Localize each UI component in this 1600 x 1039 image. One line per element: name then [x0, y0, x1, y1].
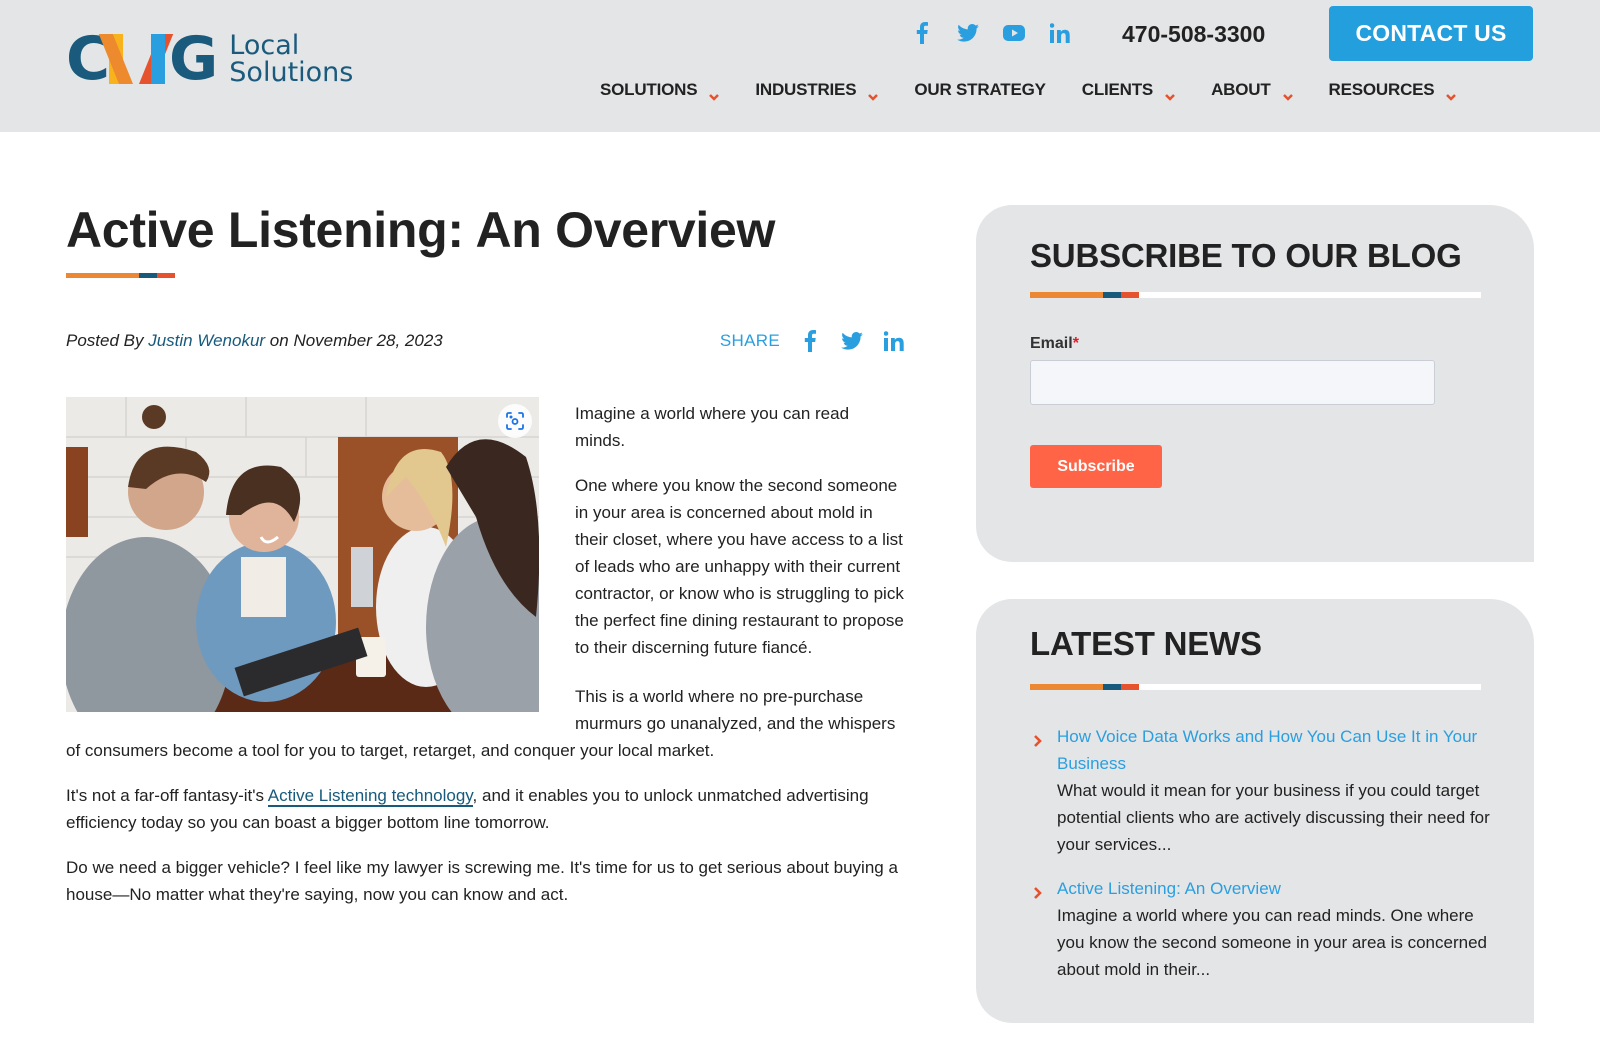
nav-item-industries[interactable]: INDUSTRIES: [755, 80, 879, 101]
phone-number[interactable]: 470-508-3300: [1122, 20, 1265, 48]
required-asterisk: *: [1072, 335, 1079, 352]
linkedin-icon[interactable]: [1048, 20, 1072, 46]
nav-item-about[interactable]: ABOUT: [1211, 80, 1293, 101]
news-item-excerpt: Imagine a world where you can read minds…: [1057, 906, 1487, 979]
logo-letter-m: [98, 34, 174, 84]
contact-us-button[interactable]: CONTACT US: [1329, 6, 1533, 61]
chevron-down-icon: [709, 86, 720, 101]
hero-image: [66, 397, 539, 712]
paragraph-4: It's not a far-off fantasy-it's Active L…: [66, 782, 906, 836]
nav-item-resources[interactable]: RESOURCES: [1328, 80, 1457, 101]
chevron-right-icon: [1033, 729, 1043, 747]
post-meta: Posted By Justin Wenokur on November 28,…: [66, 328, 906, 354]
twitter-icon[interactable]: [956, 20, 980, 46]
share-linkedin-icon[interactable]: [882, 328, 906, 354]
news-item: How Voice Data Works and How You Can Use…: [1030, 723, 1490, 858]
facebook-icon[interactable]: [910, 20, 934, 46]
nav-label: CLIENTS: [1081, 80, 1154, 99]
logo-mark: C G: [66, 24, 218, 94]
youtube-icon[interactable]: [1002, 20, 1026, 46]
logo-text-line2: Solutions: [229, 57, 354, 88]
share-facebook-icon[interactable]: [798, 328, 822, 354]
email-input[interactable]: [1030, 360, 1435, 405]
subscribe-accent-bar: [1030, 292, 1481, 298]
author-link[interactable]: Justin Wenokur: [148, 331, 265, 350]
cmg-logo[interactable]: C G Local Solutions: [66, 24, 353, 94]
subscribe-title: SUBSCRIBE TO OUR BLOG: [1030, 237, 1462, 274]
chevron-down-icon: [1282, 86, 1293, 101]
subscribe-card: SUBSCRIBE TO OUR BLOG Email* Subscribe: [976, 205, 1534, 562]
chevron-down-icon: [1165, 86, 1175, 101]
posted-by: Posted By Justin Wenokur on November 28,…: [66, 331, 443, 351]
nav-label: OUR STRATEGY: [914, 80, 1046, 99]
news-list: How Voice Data Works and How You Can Use…: [1030, 723, 1490, 1000]
posted-prefix: Posted By: [66, 331, 149, 350]
logo-text: Local Solutions: [229, 32, 353, 86]
nav-label: RESOURCES: [1328, 80, 1435, 99]
news-item-excerpt: What would it mean for your business if …: [1057, 781, 1490, 854]
nav-item-our-strategy[interactable]: OUR STRATEGY: [914, 80, 1046, 100]
news-item-link[interactable]: Active Listening: An Overview: [1057, 875, 1490, 902]
latest-news-title: LATEST NEWS: [1030, 625, 1262, 662]
nav-item-clients[interactable]: CLIENTS: [1081, 80, 1175, 101]
share-label: SHARE: [719, 331, 780, 350]
news-item-link[interactable]: How Voice Data Works and How You Can Use…: [1057, 723, 1490, 777]
article-main: Active Listening: An Overview Posted By …: [66, 200, 906, 904]
share-bar: SHARE: [720, 328, 906, 354]
posted-mid: on: [265, 331, 294, 350]
article-body: Imagine a world where you can read minds…: [66, 397, 906, 926]
visual-search-icon[interactable]: [498, 404, 532, 438]
subscribe-button[interactable]: Subscribe: [1030, 445, 1162, 488]
paragraph-5: Do we need a bigger vehicle? I feel like…: [66, 858, 898, 904]
nav-label: INDUSTRIES: [755, 80, 857, 99]
news-accent-bar: [1030, 684, 1481, 690]
p4-text-before: It's not a far-off fantasy-it's: [66, 786, 268, 805]
nav-label: ABOUT: [1211, 80, 1271, 99]
logo-letter-g: G: [169, 24, 218, 94]
post-date: November 28, 2023: [293, 331, 443, 350]
news-item: Active Listening: An Overview Imagine a …: [1030, 875, 1490, 983]
main-nav: SOLUTIONS INDUSTRIES OUR STRATEGY CLIENT…: [600, 80, 1492, 101]
chevron-down-icon: [1446, 86, 1457, 101]
chevron-right-icon: [1033, 881, 1043, 899]
share-twitter-icon[interactable]: [840, 328, 864, 354]
title-accent-bar: [66, 273, 906, 278]
nav-item-solutions[interactable]: SOLUTIONS: [600, 80, 720, 101]
email-label-text: Email: [1030, 335, 1073, 352]
nav-label: SOLUTIONS: [600, 80, 698, 99]
header-social-links: [910, 20, 1072, 46]
chevron-down-icon: [868, 86, 879, 101]
page-title: Active Listening: An Overview: [66, 202, 776, 258]
active-listening-link[interactable]: Active Listening technology: [267, 786, 473, 807]
email-label: Email*: [1030, 335, 1079, 353]
latest-news-card: LATEST NEWS How Voice Data Works and How…: [976, 599, 1534, 1023]
photo-people-at-table: [66, 397, 539, 712]
site-header: C G Local Solutions 470-508-3300 CONTACT…: [0, 0, 1600, 132]
